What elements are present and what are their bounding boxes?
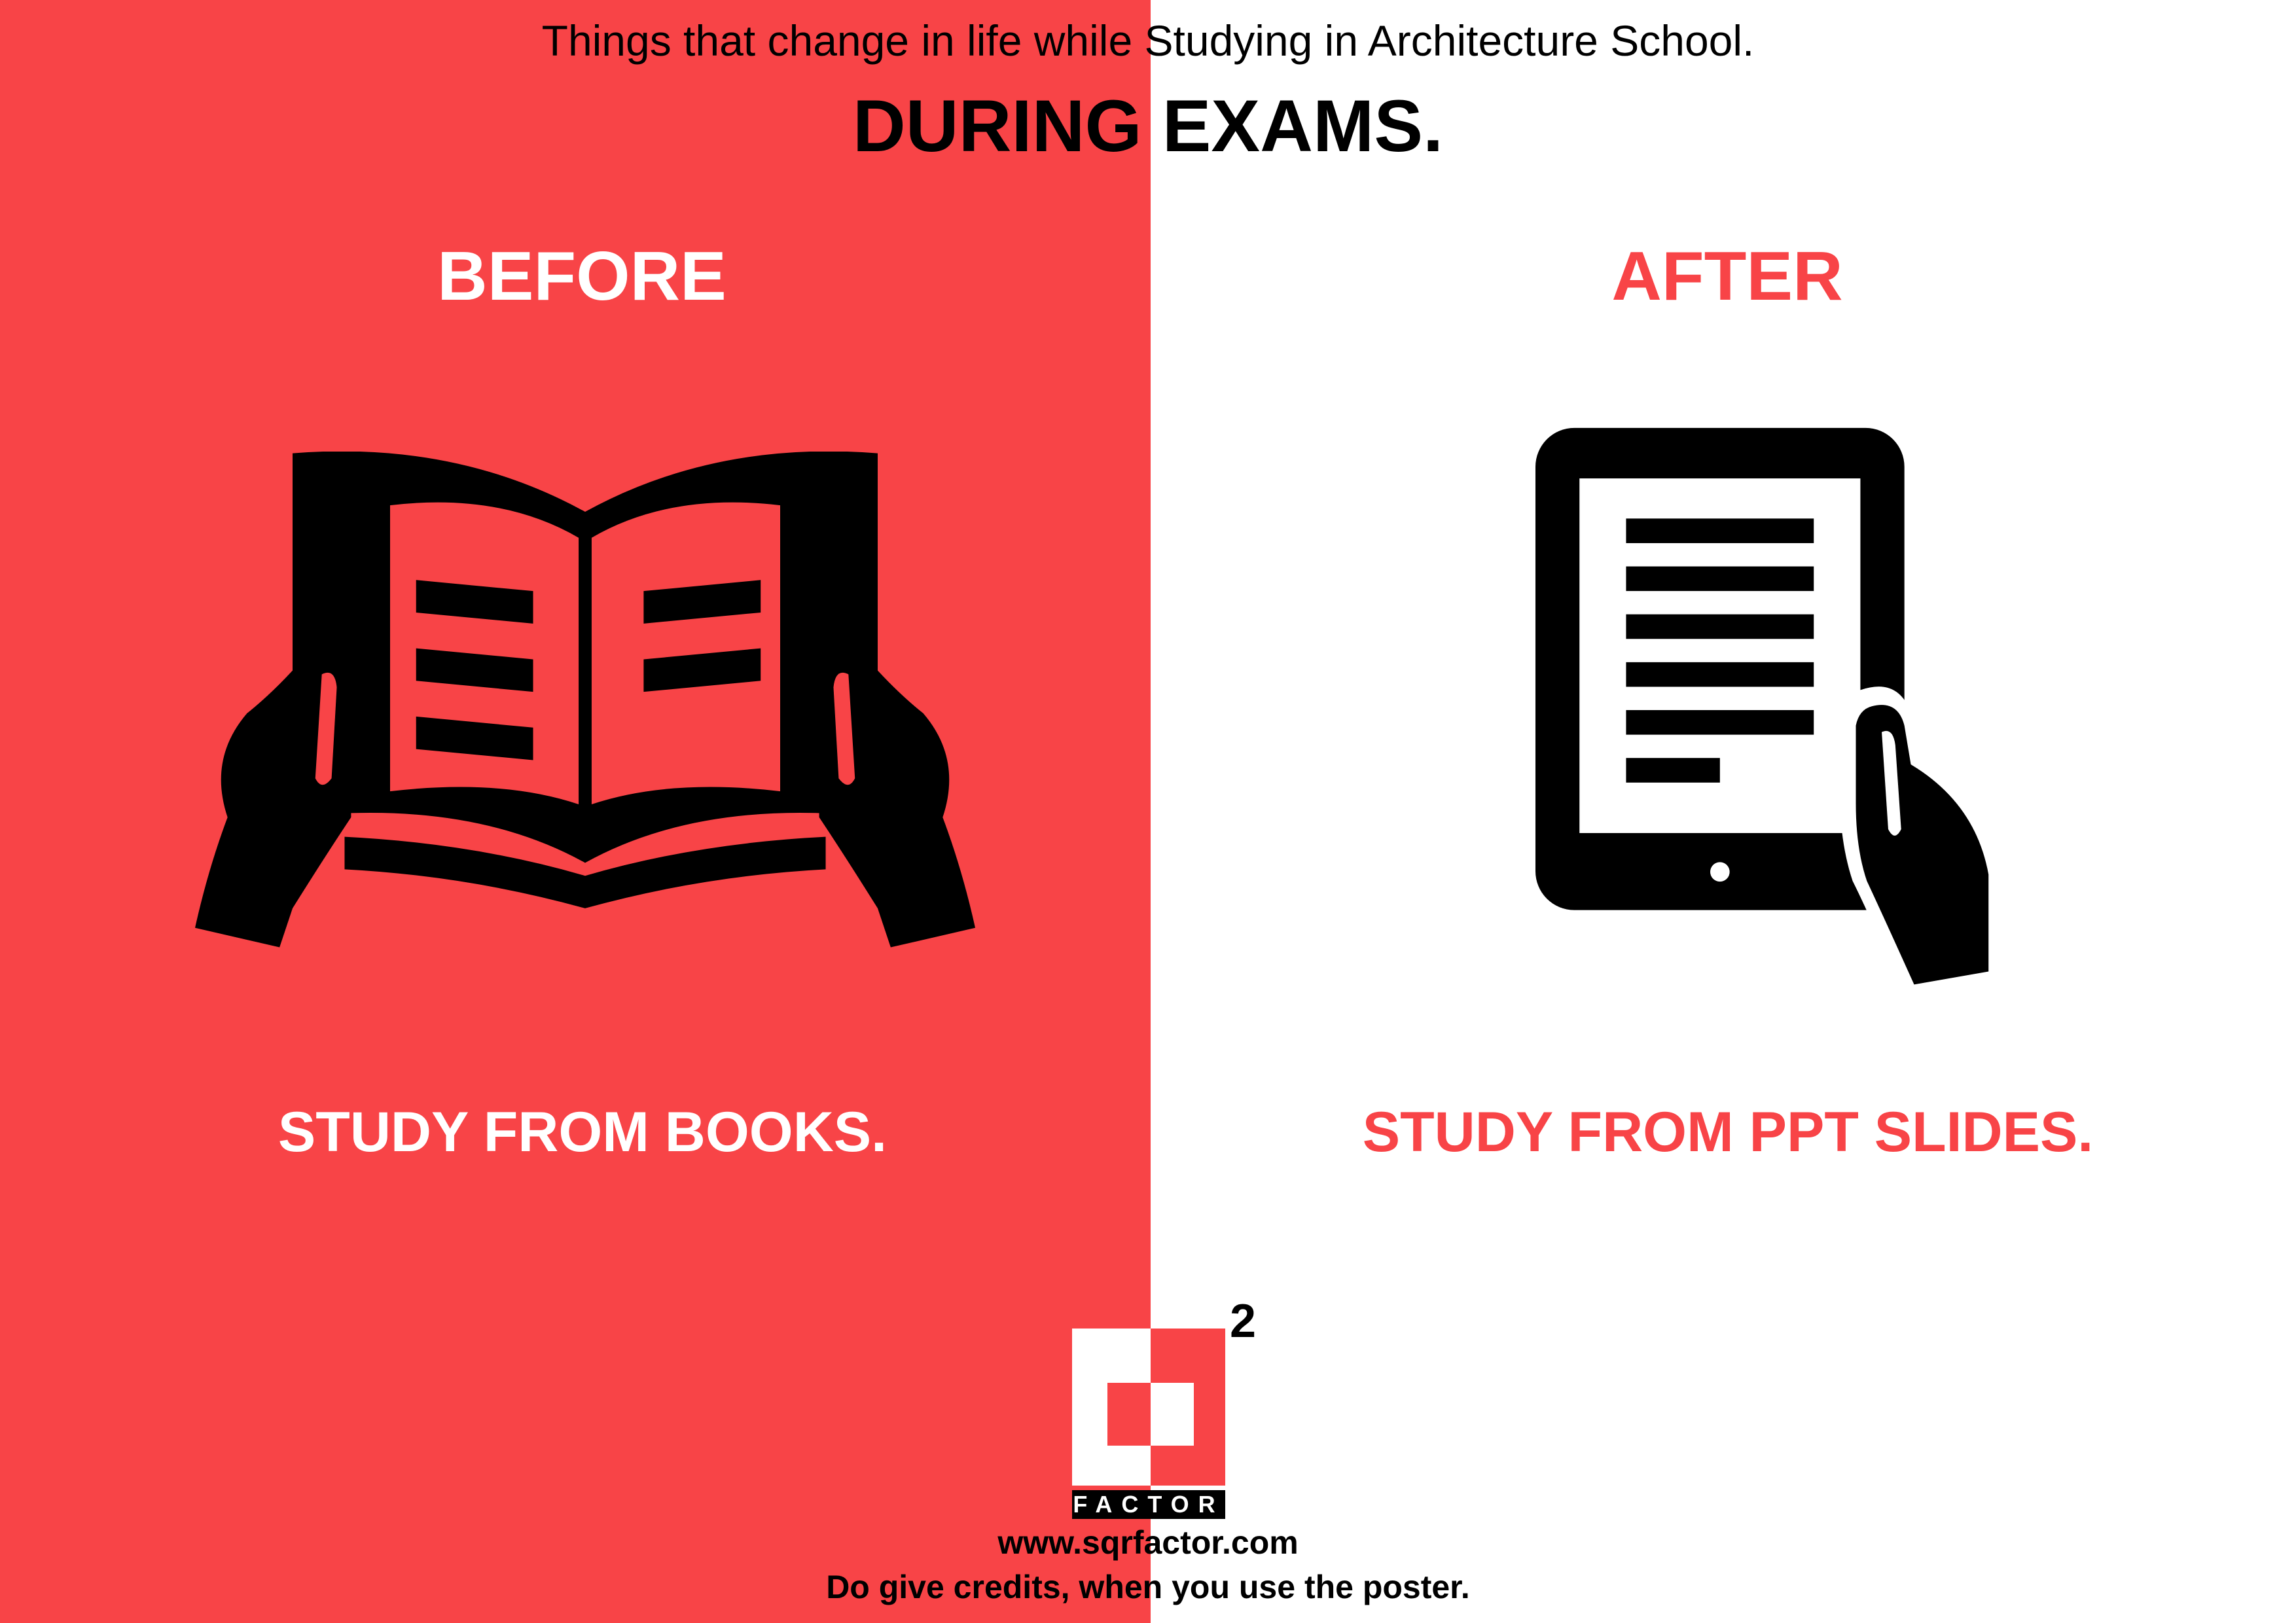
tablet-hand <box>1856 705 1989 985</box>
after-caption: STUDY FROM PPT SLIDES. <box>1362 1101 2094 1164</box>
before-heading: BEFORE <box>437 238 726 315</box>
screen-line <box>1626 566 1814 592</box>
website-url: www.sqrfactor.com <box>997 1524 1299 1561</box>
left-page-line <box>416 580 533 624</box>
right-page-line <box>643 648 761 692</box>
screen-line <box>1626 614 1814 639</box>
logo-wordmark: FACTOR <box>1073 1491 1224 1518</box>
left-page-line <box>416 648 533 692</box>
poster-subtitle: Things that change in life while Studyin… <box>541 16 1755 65</box>
tablet-home-button <box>1710 862 1730 882</box>
screen-line <box>1626 758 1720 783</box>
logo-superscript: 2 <box>1230 1299 1256 1347</box>
right-page-line <box>643 580 761 624</box>
poster-title: DURING EXAMS. <box>852 85 1444 167</box>
tablet-icon <box>1535 427 2001 998</box>
logo-inner-right <box>1151 1383 1194 1446</box>
left-page-line <box>416 716 533 760</box>
book-cover <box>293 452 878 863</box>
screen-line <box>1626 710 1814 735</box>
screen-line <box>1626 662 1814 687</box>
logo-inner-left <box>1107 1383 1151 1446</box>
sqrfactor-logo: 2 FACTOR <box>1072 1299 1256 1519</box>
before-caption: STUDY FROM BOOKS. <box>278 1101 888 1164</box>
credits-note: Do give credits, when you use the poster… <box>826 1569 1470 1605</box>
open-book-icon <box>195 452 975 948</box>
poster: Things that change in life while Studyin… <box>0 0 2296 1623</box>
after-heading: AFTER <box>1611 238 1843 315</box>
screen-line <box>1626 518 1814 543</box>
